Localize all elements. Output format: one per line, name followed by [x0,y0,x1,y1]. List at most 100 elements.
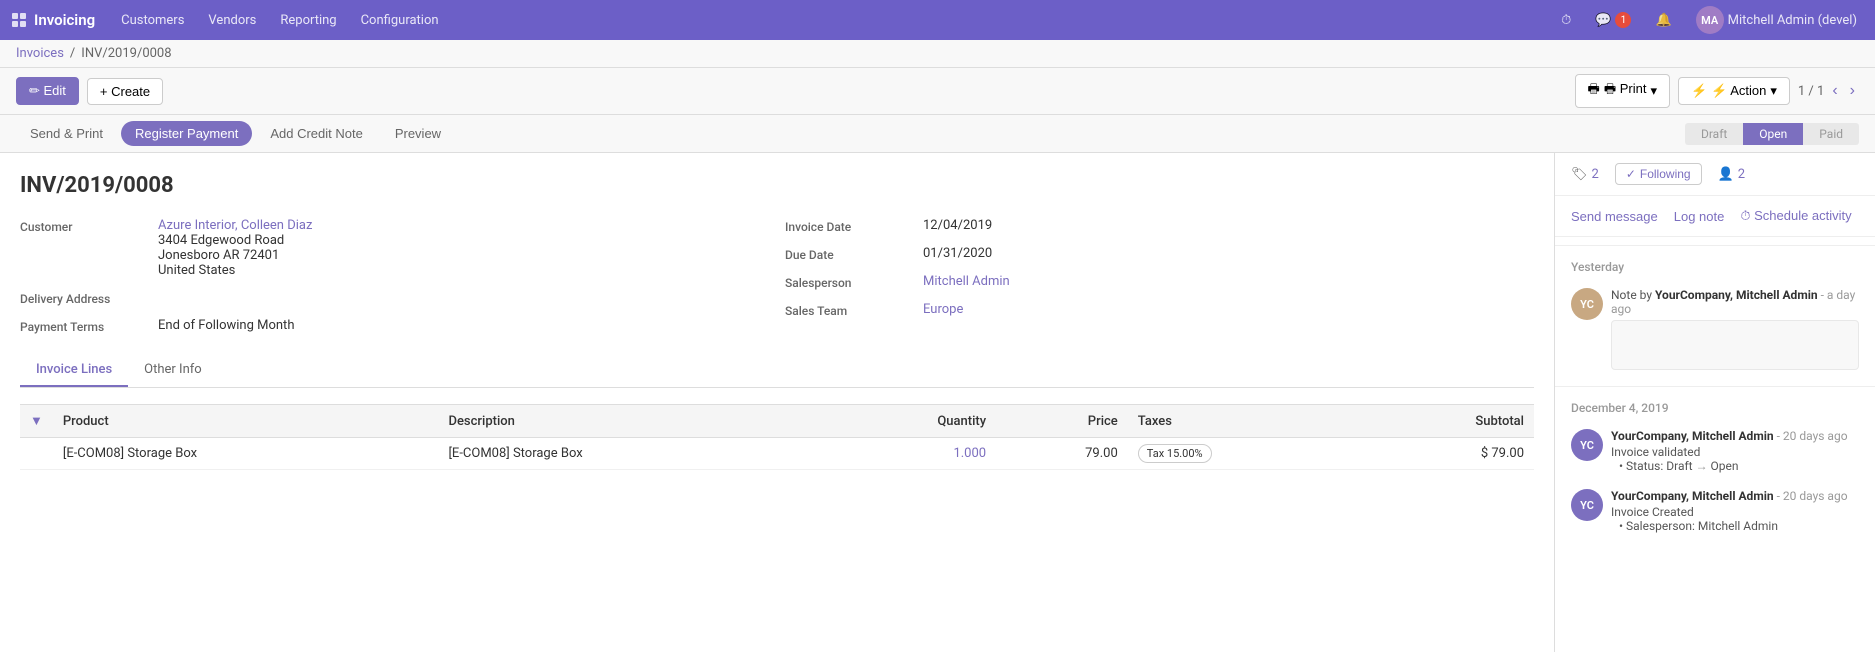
page-navigation: 1 / 1 ‹ › [1798,82,1859,100]
log-avatar-1: YC [1571,429,1603,461]
add-credit-note-button[interactable]: Add Credit Note [256,121,377,146]
next-page-button[interactable]: › [1846,82,1859,100]
checkmark-icon: ✓ [1626,167,1636,181]
invoice-left-fields: Customer Azure Interior, Colleen Diaz 34… [20,218,769,334]
customer-link[interactable]: Azure Interior, Colleen Diaz [158,218,312,233]
salesperson-link[interactable]: Mitchell Admin [923,274,1010,289]
followers-item[interactable]: 👤 2 [1718,167,1746,182]
log-content-1: YourCompany, Mitchell Admin - 20 days ag… [1611,429,1859,473]
log-detail-to-2: Mitchell Admin [1698,519,1778,533]
chat-badge: 1 [1615,12,1631,28]
log-author-2: YourCompany, Mitchell Admin [1611,489,1774,503]
customer-value: Azure Interior, Colleen Diaz 3404 Edgewo… [158,218,312,278]
register-payment-button[interactable]: Register Payment [121,121,252,146]
user-avatar: MA [1696,6,1724,34]
rp-actions: Send message Log note ⏱ Schedule activit… [1555,196,1875,237]
log-content-2: YourCompany, Mitchell Admin - 20 days ag… [1611,489,1859,533]
due-date-value: 01/31/2020 [923,246,992,261]
menu-vendors[interactable]: Vendors [198,7,266,34]
payment-terms-value: End of Following Month [158,318,294,333]
row-description: [E-COM08] Storage Box [438,438,824,470]
log-header-1: YourCompany, Mitchell Admin - 20 days ag… [1611,429,1859,443]
log-header-2: YourCompany, Mitchell Admin - 20 days ag… [1611,489,1859,503]
log-time-2: - 20 days ago [1777,489,1848,503]
rp-log-entry-2: YC YourCompany, Mitchell Admin - 20 days… [1555,481,1875,541]
send-message-button[interactable]: Send message [1571,204,1658,228]
rp-note-entry: YC Note by YourCompany, Mitchell Admin -… [1555,280,1875,378]
breadcrumb-parent[interactable]: Invoices [16,46,64,61]
page-count: 1 / 1 [1798,84,1824,99]
rp-divider-1 [1555,245,1875,246]
invoice-title: INV/2019/0008 [20,173,1534,198]
log-detail-2: • Salesperson: Mitchell Admin [1619,519,1859,533]
menu-reporting[interactable]: Reporting [270,7,346,34]
schedule-activity-button[interactable]: ⏱ Schedule activity [1740,204,1851,228]
invoice-date-field: Invoice Date 12/04/2019 [785,218,1534,234]
col-quantity-header: Quantity [824,405,996,438]
status-draft[interactable]: Draft [1685,123,1743,145]
salesperson-label: Salesperson [785,274,915,290]
log-action-1: Invoice validated [1611,445,1859,459]
table-row: [E-COM08] Storage Box [E-COM08] Storage … [20,438,1534,470]
print-dropdown-icon: ▾ [1650,83,1657,99]
log-time-1: - 20 days ago [1777,429,1848,443]
due-date-label: Due Date [785,246,915,262]
invoice-date-value: 12/04/2019 [923,218,992,233]
print-button[interactable]: 🖶 🖶 Print ▾ [1575,74,1670,108]
breadcrumb-current: INV/2019/0008 [81,46,171,61]
col-taxes-header: Taxes [1128,405,1363,438]
log-avatar-2: YC [1571,489,1603,521]
customer-address1: 3404 Edgewood Road [158,233,284,248]
log-detail-1: • Status: Draft → Open [1619,459,1859,473]
bell-icon-btn[interactable]: 🔔 [1649,9,1677,32]
clock-icon-btn[interactable]: ⏱ [1555,9,1577,32]
user-menu-btn[interactable]: MA Mitchell Admin (devel) [1690,2,1863,38]
tab-other-info[interactable]: Other Info [128,354,218,387]
print-icon: 🖶 [1588,80,1600,102]
app-logo[interactable]: Invoicing [12,11,95,29]
customer-country: United States [158,263,235,278]
schedule-activity-label: Schedule activity [1754,208,1852,223]
log-body-1: Invoice validated • Status: Draft → Open [1611,445,1859,473]
edit-button[interactable]: ✏ Edit [16,77,79,105]
chat-icon-btn[interactable]: 💬 1 [1589,8,1637,32]
sales-team-link[interactable]: Europe [923,302,963,317]
following-button[interactable]: ✓ Following [1615,163,1702,185]
col-product-header: Product [53,405,439,438]
action-icon: ⚡ [1691,83,1707,99]
breadcrumb-separator: / [70,46,75,61]
note-body [1611,320,1859,370]
create-button[interactable]: + Create [87,78,163,105]
preview-button[interactable]: Preview [381,121,455,146]
col-price-header: Price [996,405,1128,438]
customer-label: Customer [20,218,150,234]
rp-log-entry-1: YC YourCompany, Mitchell Admin - 20 days… [1555,421,1875,481]
status-open[interactable]: Open [1743,123,1803,145]
log-action-2: Invoice Created [1611,505,1859,519]
tax-badge[interactable]: Tax 15.00% [1138,444,1212,463]
menu-customers[interactable]: Customers [111,7,194,34]
status-bar: Send & Print Register Payment Add Credit… [0,115,1875,153]
row-price: 79.00 [996,438,1128,470]
row-taxes: Tax 15.00% [1128,438,1363,470]
log-detail-to-1: Open [1711,459,1739,473]
prev-page-button[interactable]: ‹ [1828,82,1841,100]
action-button[interactable]: ⚡ ⚡ Action ▾ [1678,77,1790,105]
row-subtotal: $ 79.00 [1362,438,1534,470]
row-product[interactable]: [E-COM08] Storage Box [53,438,439,470]
col-subtotal-header: Subtotal [1362,405,1534,438]
salesperson-value: Mitchell Admin [923,274,1010,289]
tab-invoice-lines[interactable]: Invoice Lines [20,354,128,387]
menu-configuration[interactable]: Configuration [351,7,449,34]
log-note-button[interactable]: Log note [1674,204,1725,228]
invoice-fields: Customer Azure Interior, Colleen Diaz 34… [20,218,1534,334]
send-print-button[interactable]: Send & Print [16,121,117,146]
rp-date-dec4: December 4, 2019 [1555,395,1875,421]
note-author: YourCompany, Mitchell Admin [1655,288,1818,302]
row-quantity: 1.000 [824,438,996,470]
tag-count-item[interactable]: 🏷 2 [1571,167,1599,182]
tag-count: 2 [1592,167,1599,182]
status-paid[interactable]: Paid [1803,123,1859,145]
print-label: 🖶 Print [1604,80,1647,102]
salesperson-field: Salesperson Mitchell Admin [785,274,1534,290]
